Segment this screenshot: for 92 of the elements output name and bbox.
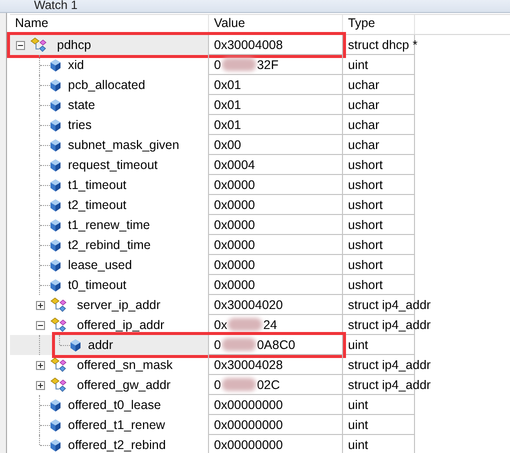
collapse-icon[interactable]	[36, 320, 44, 330]
field-icon	[50, 138, 61, 152]
variable-name: t2_rebind_time	[67, 238, 151, 252]
value-text: 24	[263, 318, 278, 332]
value-text: 02C	[256, 378, 280, 392]
type-text: ushort	[348, 258, 383, 272]
field-icon	[50, 198, 61, 212]
value-text: 0x30004008	[214, 38, 283, 52]
variable-name: offered_t0_lease	[67, 398, 161, 412]
value-text: 0x0000	[214, 258, 256, 272]
field-icon	[50, 398, 61, 412]
value-text: 0x0000	[214, 278, 256, 292]
value-text: 0x00000000	[214, 418, 283, 432]
variable-name: pdhcp	[56, 38, 92, 52]
variable-name: server_ip_addr	[76, 298, 160, 312]
variable-name: request_timeout	[67, 158, 158, 172]
type-text: struct ip4_addr	[348, 318, 431, 332]
variable-name: t1_timeout	[67, 178, 126, 192]
value-text: 0	[214, 378, 221, 392]
expand-icon[interactable]	[36, 300, 44, 310]
type-text: struct ip4_addr	[348, 298, 431, 312]
variable-name: tries	[67, 118, 92, 132]
value-text: 0x01	[214, 78, 242, 92]
value-text: 0x00000000	[214, 438, 283, 452]
variable-name: state	[67, 98, 96, 112]
value-text: 0x01	[214, 98, 242, 112]
type-text: uchar	[348, 98, 380, 112]
type-text: uchar	[348, 78, 380, 92]
window-title: Watch 1	[34, 0, 78, 12]
field-icon	[50, 98, 61, 112]
value-text: 32F	[256, 58, 278, 72]
variable-name: xid	[67, 58, 84, 72]
field-icon	[50, 278, 61, 292]
variable-name: subnet_mask_given	[67, 138, 180, 152]
field-icon	[50, 218, 61, 232]
name-column-header[interactable]: Name	[10, 15, 209, 34]
type-text: ushort	[348, 218, 383, 232]
type-text: struct ip4_addr	[348, 358, 431, 372]
value-text: 0x0004	[214, 158, 256, 172]
type-column-header[interactable]: Type	[343, 15, 415, 34]
variable-name: offered_gw_addr	[76, 378, 171, 392]
variable-name: offered_sn_mask	[76, 358, 173, 372]
type-text: uint	[348, 418, 368, 432]
type-text: ushort	[348, 238, 383, 252]
field-icon	[50, 238, 61, 252]
variable-name: lease_used	[67, 258, 132, 272]
collapse-icon[interactable]	[16, 40, 24, 50]
value-text: 0x00000000	[214, 398, 283, 412]
variable-name: offered_t2_rebind	[67, 438, 166, 452]
field-icon	[50, 78, 61, 92]
variable-name: addr	[87, 338, 114, 352]
variable-name: offered_ip_addr	[76, 318, 164, 332]
field-icon	[50, 118, 61, 132]
value-column-header[interactable]: Value	[209, 15, 343, 34]
value-text: 0x	[214, 318, 228, 332]
type-text: ushort	[348, 178, 383, 192]
value-text: 0x0000	[214, 198, 256, 212]
type-text: uchar	[348, 118, 380, 132]
variable-name: pcb_allocated	[67, 78, 146, 92]
type-text: struct dhcp *	[348, 38, 418, 52]
value-text: 0x30004020	[214, 298, 283, 312]
value-text: 0x0000	[214, 238, 256, 252]
variable-name: t0_timeout	[67, 278, 126, 292]
variable-name: t1_renew_time	[67, 218, 150, 232]
type-text: uint	[348, 438, 368, 452]
field-icon	[50, 158, 61, 172]
field-icon	[50, 418, 61, 432]
expand-icon[interactable]	[36, 360, 44, 370]
type-text: uint	[348, 58, 368, 72]
variable-name: t2_timeout	[67, 198, 126, 212]
value-text: 0A8C0	[256, 338, 296, 352]
value-text: 0	[214, 338, 221, 352]
value-text: 0	[214, 58, 221, 72]
type-text: ushort	[348, 158, 383, 172]
type-text: uint	[348, 338, 368, 352]
value-text: 0x30004028	[214, 358, 283, 372]
field-icon	[50, 258, 61, 272]
value-text: 0x00	[214, 138, 242, 152]
value-text: 0x01	[214, 118, 242, 132]
type-text: ushort	[348, 278, 383, 292]
type-text: ushort	[348, 198, 383, 212]
field-icon	[50, 438, 61, 452]
expand-icon[interactable]	[36, 380, 44, 390]
type-text: uchar	[348, 138, 380, 152]
variable-name: offered_t1_renew	[67, 418, 166, 432]
field-icon	[70, 338, 81, 352]
field-icon	[50, 58, 61, 72]
value-text: 0x0000	[214, 218, 256, 232]
value-text: 0x0000	[214, 178, 256, 192]
type-text: struct ip4_addr	[348, 378, 431, 392]
field-icon	[50, 178, 61, 192]
type-text: uint	[348, 398, 368, 412]
